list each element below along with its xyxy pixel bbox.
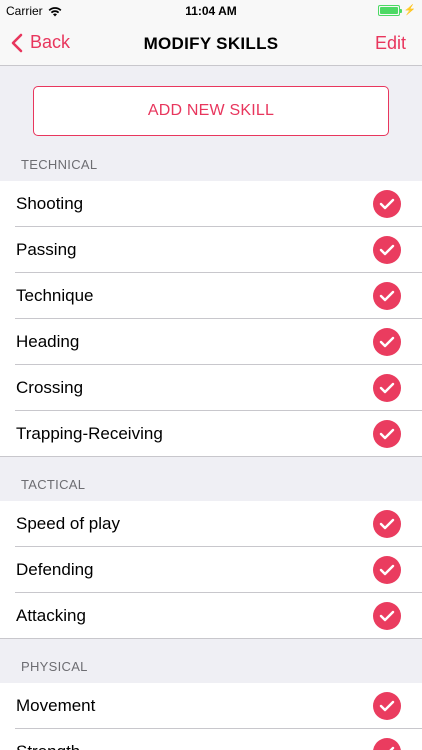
skill-label: Heading xyxy=(16,332,80,351)
checkmark-icon[interactable] xyxy=(373,282,401,310)
navigation-bar: Back MODIFY SKILLS Edit xyxy=(0,22,422,66)
checkmark-icon[interactable] xyxy=(373,602,401,630)
skill-row[interactable]: Speed of play xyxy=(0,501,422,547)
edit-button[interactable]: Edit xyxy=(375,33,406,54)
add-new-skill-button[interactable]: ADD NEW SKILL xyxy=(33,86,389,136)
status-bar: Carrier 11:04 AM ⚡ xyxy=(0,0,422,22)
checkmark-icon[interactable] xyxy=(373,556,401,584)
skill-row[interactable]: Crossing xyxy=(0,365,422,411)
page-title: MODIFY SKILLS xyxy=(143,34,279,53)
skill-label: Movement xyxy=(16,696,96,715)
status-time: 11:04 AM xyxy=(185,4,237,18)
battery-icon xyxy=(377,5,402,16)
skill-label: Strength xyxy=(0,742,80,750)
skill-label: Defending xyxy=(16,560,94,579)
skill-label: Trapping-Receiving xyxy=(16,424,163,443)
skill-row[interactable]: Technique xyxy=(0,273,422,319)
skill-list-tactical: Speed of play Defending Attacking xyxy=(0,501,422,639)
skill-row[interactable]: Shooting xyxy=(0,181,422,227)
checkmark-icon[interactable] xyxy=(373,190,401,218)
skill-row[interactable]: Attacking xyxy=(0,593,422,639)
skill-list-technical: Shooting Passing Technique Heading Crossing T… xyxy=(0,181,422,457)
skill-label: Technique xyxy=(16,286,94,305)
section-header-physical: PHYSICAL xyxy=(21,659,88,674)
skill-label: Attacking xyxy=(16,606,86,625)
checkmark-icon[interactable] xyxy=(373,374,401,402)
skill-row[interactable]: Defending xyxy=(0,547,422,593)
skill-label: Passing xyxy=(16,240,77,259)
skill-row[interactable]: Passing xyxy=(0,227,422,273)
skill-label: Speed of play xyxy=(16,514,120,533)
skill-row[interactable]: Heading xyxy=(0,319,422,365)
skill-label: Shooting xyxy=(16,194,84,213)
skill-row[interactable]: Movement xyxy=(0,683,422,729)
checkmark-icon[interactable] xyxy=(373,420,401,448)
skill-label: Crossing xyxy=(16,378,84,397)
section-header-technical: TECHNICAL xyxy=(21,157,98,172)
checkmark-icon[interactable] xyxy=(373,328,401,356)
checkmark-icon[interactable] xyxy=(373,738,401,750)
checkmark-icon[interactable] xyxy=(373,692,401,720)
skill-row[interactable]: Trapping-Receiving xyxy=(0,411,422,457)
checkmark-icon[interactable] xyxy=(373,236,401,264)
checkmark-icon[interactable] xyxy=(373,510,401,538)
skill-list-physical: Movement Strength xyxy=(0,683,422,750)
skill-row[interactable]: Strength xyxy=(0,729,422,750)
charging-bolt-icon: ⚡ xyxy=(403,5,416,16)
section-header-tactical: TACTICAL xyxy=(21,477,86,492)
